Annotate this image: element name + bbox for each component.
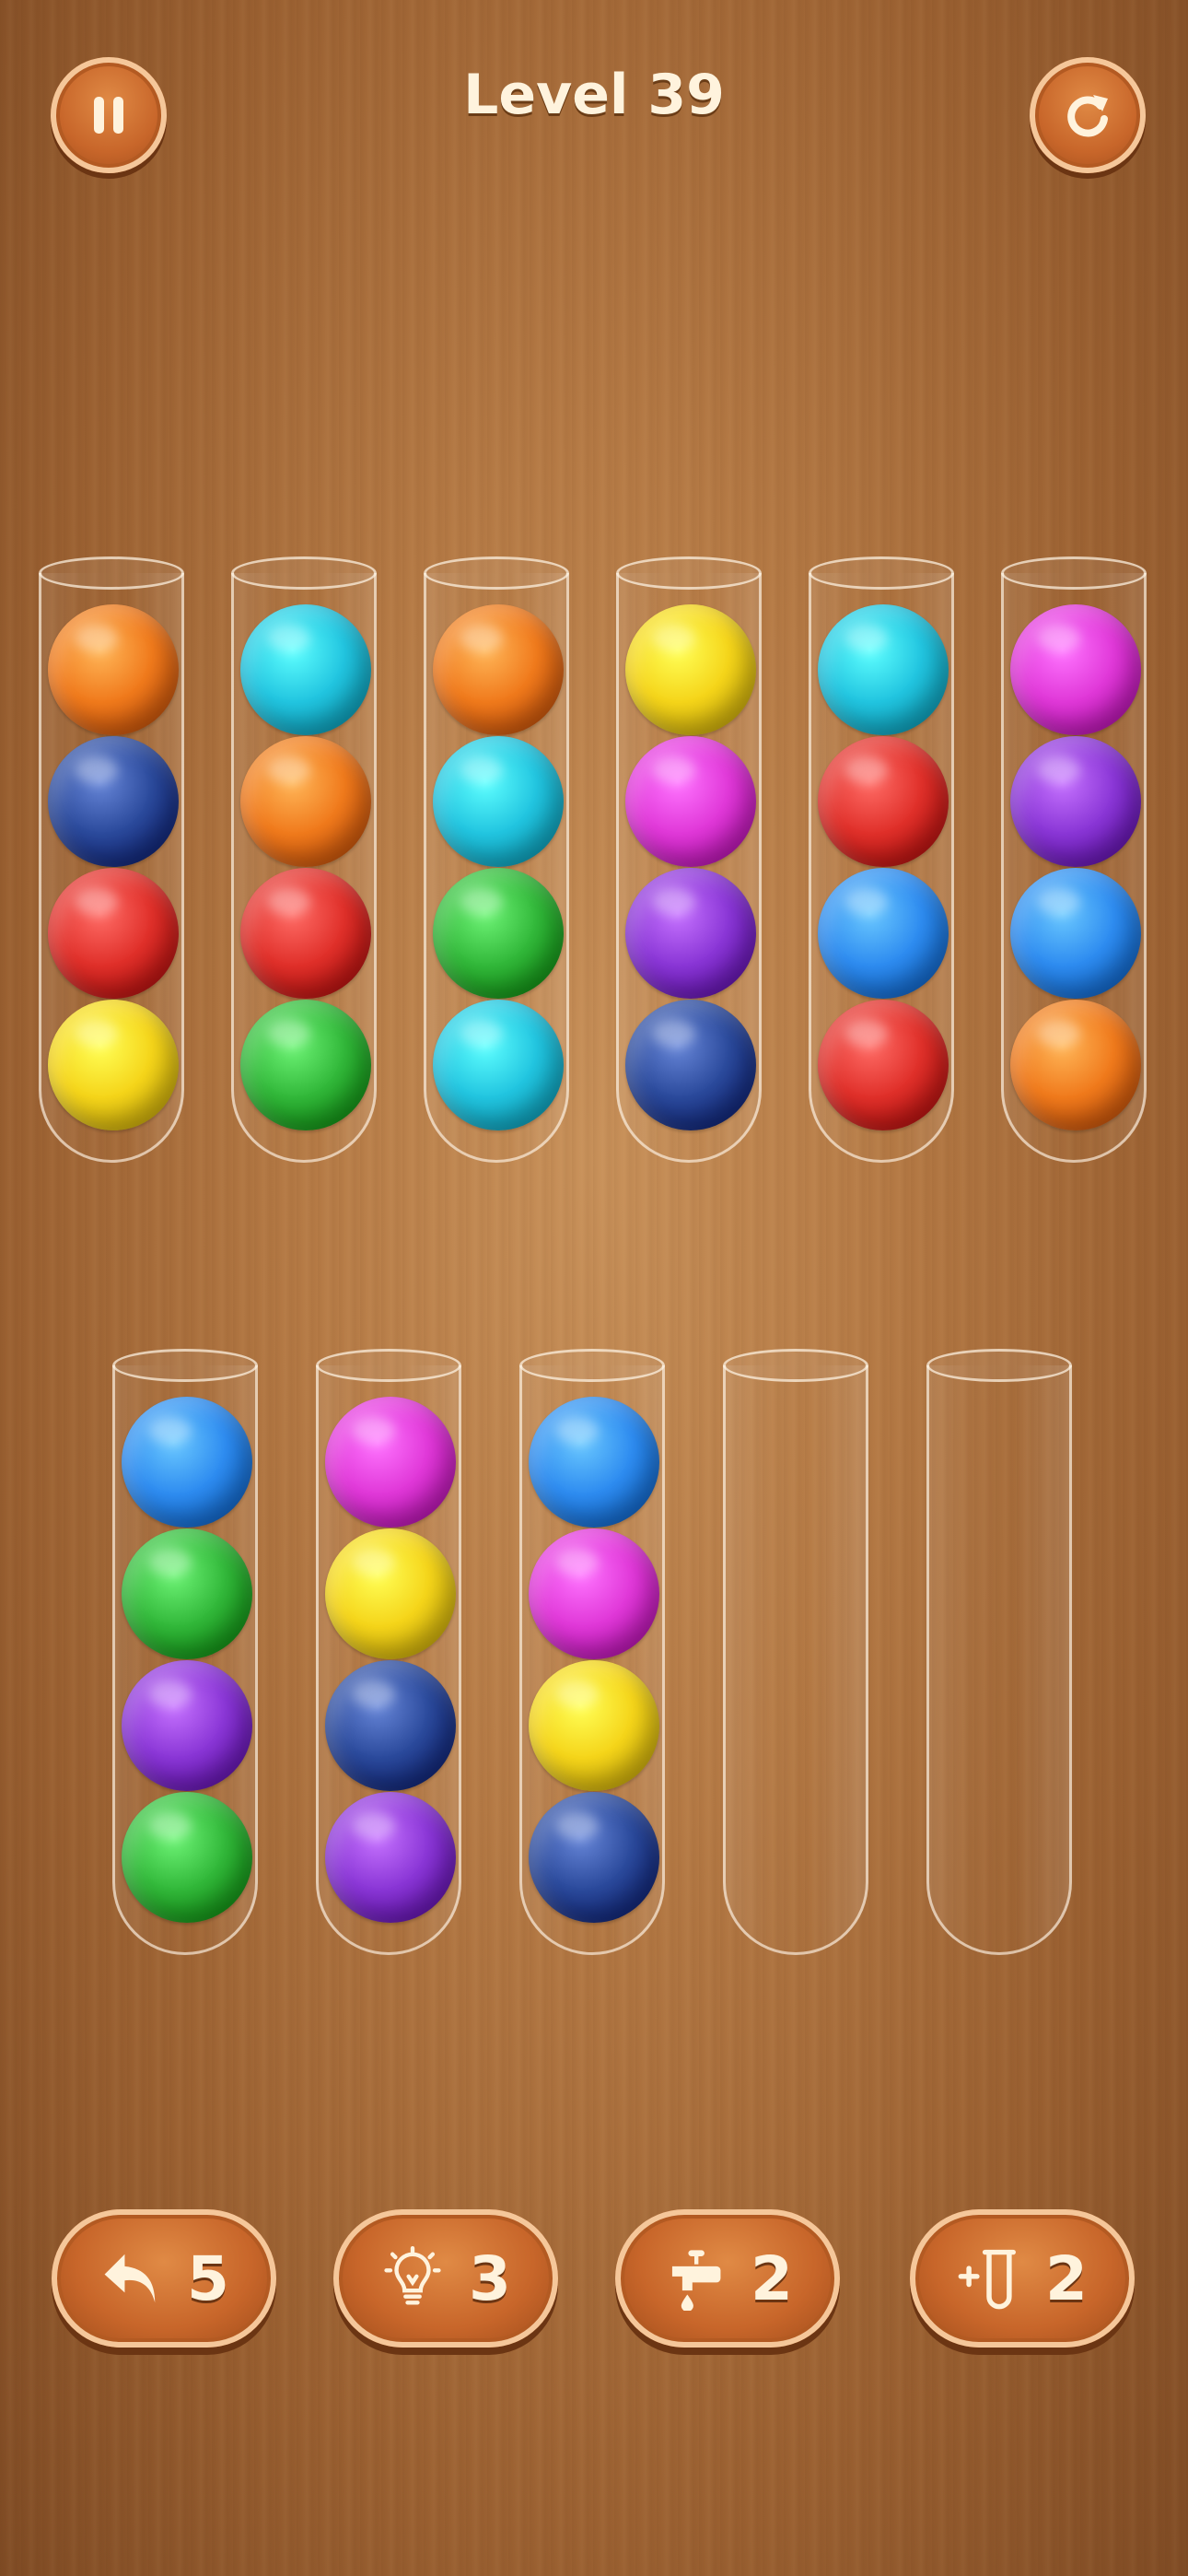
- tube-top-5[interactable]: [809, 556, 954, 1163]
- ball-orange: [48, 604, 179, 735]
- ball-yellow: [625, 604, 756, 735]
- faucet-icon: [671, 2250, 721, 2311]
- ball-red: [240, 868, 371, 999]
- ball-magenta: [625, 736, 756, 867]
- ball-magenta: [1010, 604, 1141, 735]
- ball-yellow: [48, 1000, 179, 1130]
- tube-bottom-1[interactable]: [112, 1349, 258, 1955]
- undo-count: 5: [187, 2242, 229, 2314]
- tube-bottom-4[interactable]: [723, 1349, 868, 1955]
- ball-green: [122, 1792, 252, 1923]
- ball-magenta: [529, 1528, 659, 1659]
- hint-button[interactable]: 3: [333, 2209, 558, 2348]
- ball-purple: [1010, 736, 1141, 867]
- tube-top-1[interactable]: [39, 556, 184, 1163]
- level-title: Level 39: [463, 63, 725, 127]
- ball-yellow: [529, 1660, 659, 1791]
- undo-button[interactable]: 5: [52, 2209, 276, 2348]
- tube-top-3[interactable]: [424, 556, 569, 1163]
- tap-count: 2: [751, 2242, 793, 2314]
- ball-blue: [529, 1397, 659, 1528]
- restart-button[interactable]: [1030, 57, 1146, 173]
- ball-navy: [325, 1660, 456, 1791]
- wood-background: [0, 0, 1188, 2576]
- ball-navy: [48, 736, 179, 867]
- ball-cyan: [818, 604, 949, 735]
- ball-orange: [1010, 1000, 1141, 1130]
- ball-purple: [122, 1660, 252, 1791]
- ball-red: [818, 1000, 949, 1130]
- ball-blue: [1010, 868, 1141, 999]
- ball-cyan: [433, 736, 564, 867]
- ball-cyan: [433, 1000, 564, 1130]
- ball-navy: [529, 1792, 659, 1923]
- ball-purple: [325, 1792, 456, 1923]
- ball-red: [818, 736, 949, 867]
- tube-bottom-3[interactable]: [519, 1349, 665, 1955]
- lightbulb-icon: [384, 2246, 441, 2305]
- add-tube-icon: [958, 2249, 1017, 2310]
- add-tube-button[interactable]: 2: [910, 2209, 1135, 2348]
- ball-purple: [625, 868, 756, 999]
- ball-cyan: [240, 604, 371, 735]
- ball-red: [48, 868, 179, 999]
- hint-count: 3: [469, 2242, 511, 2314]
- ball-green: [433, 868, 564, 999]
- ball-magenta: [325, 1397, 456, 1528]
- ball-orange: [240, 736, 371, 867]
- ball-green: [122, 1528, 252, 1659]
- ball-orange: [433, 604, 564, 735]
- ball-blue: [818, 868, 949, 999]
- tap-button[interactable]: 2: [615, 2209, 840, 2348]
- undo-icon: [104, 2254, 156, 2303]
- tube-bottom-2[interactable]: [316, 1349, 461, 1955]
- tube-bottom-5[interactable]: [926, 1349, 1072, 1955]
- add-tube-count: 2: [1045, 2242, 1088, 2314]
- tube-top-6[interactable]: [1001, 556, 1147, 1163]
- tube-top-4[interactable]: [616, 556, 762, 1163]
- tube-top-2[interactable]: [231, 556, 377, 1163]
- restart-icon: [1067, 95, 1108, 137]
- ball-blue: [122, 1397, 252, 1528]
- ball-navy: [625, 1000, 756, 1130]
- ball-green: [240, 1000, 371, 1130]
- ball-yellow: [325, 1528, 456, 1659]
